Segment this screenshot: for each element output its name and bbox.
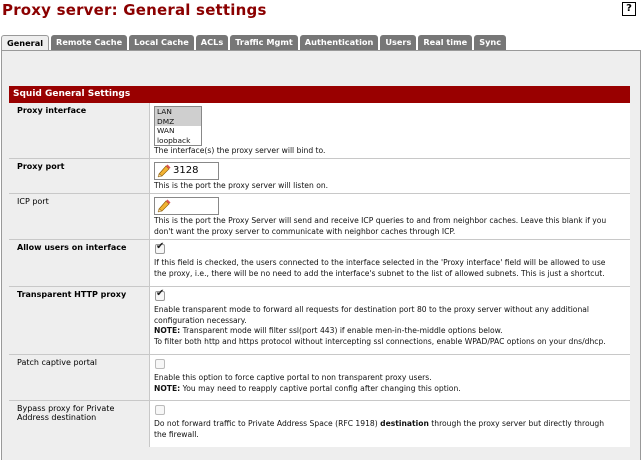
row-bypass-private: Bypass proxy for Private Address destina… — [9, 401, 630, 447]
listbox-option-loopback[interactable]: loopback — [155, 136, 201, 146]
row-transparent-proxy: Transparent HTTP proxy ✔ Enable transpar… — [9, 287, 630, 355]
patch-captive-note-label: NOTE: — [154, 383, 181, 393]
patch-captive-checkbox[interactable] — [155, 359, 165, 369]
tab-real-time[interactable]: Real time — [418, 35, 473, 50]
bypass-description-bold: destination — [380, 419, 429, 428]
proxy-port-content: 3128 This is the port the proxy server w… — [149, 159, 630, 193]
icp-port-content: This is the port the Proxy Server will s… — [149, 194, 630, 239]
bypass-private-description: Do not forward traffic to Private Addres… — [154, 419, 630, 430]
proxy-interface-listbox[interactable]: LAN DMZ WAN loopback — [154, 106, 202, 146]
transparent-description-1: Enable transparent mode to forward all r… — [154, 305, 590, 314]
transparent-description-3: To filter both http and https protocol w… — [154, 336, 606, 346]
checkmark-icon: ✔ — [156, 288, 165, 299]
patch-captive-content: Enable this option to force captive port… — [149, 355, 630, 400]
proxy-port-input[interactable]: 3128 — [154, 162, 219, 180]
page-title: Proxy server: General settings — [2, 1, 267, 19]
transparent-proxy-content: ✔ Enable transparent mode to forward all… — [149, 287, 630, 354]
tab-bar: General Remote Cache Local Cache ACLs Tr… — [1, 35, 507, 51]
tab-local-cache[interactable]: Local Cache — [129, 35, 194, 50]
bypass-private-label-line-2: Address destination — [17, 413, 97, 422]
allow-users-description-2: the proxy, i.e., there will be no need t… — [154, 268, 605, 278]
pencil-icon — [157, 164, 171, 178]
allow-users-label: Allow users on interface — [17, 243, 127, 252]
tab-authentication[interactable]: Authentication — [299, 35, 379, 50]
icp-port-description-1: This is the port the Proxy Server will s… — [154, 216, 607, 225]
help-icon[interactable]: ? — [622, 2, 636, 16]
listbox-option-dmz[interactable]: DMZ — [155, 116, 201, 126]
bypass-description-post: through the proxy server but directly th… — [428, 419, 605, 428]
icp-port-description-2: don't want the proxy server to communica… — [154, 226, 456, 236]
bypass-private-checkbox[interactable] — [155, 405, 165, 415]
proxy-port-value: 3128 — [173, 164, 199, 176]
proxy-interface-description: The interface(s) the proxy server will b… — [154, 146, 326, 155]
proxy-interface-content: LAN DMZ WAN loopback The interface(s) th… — [149, 103, 630, 158]
allow-users-content: ✔ If this field is checked, the users co… — [149, 240, 630, 286]
bypass-private-label-line-1: Bypass proxy for Private — [17, 404, 115, 413]
tab-users[interactable]: Users — [380, 35, 417, 50]
tab-traffic-mgmt[interactable]: Traffic Mgmt — [230, 35, 298, 50]
proxy-port-description: This is the port the proxy server will l… — [154, 181, 329, 190]
transparent-note-text: Transparent mode will filter ssl(port 44… — [180, 326, 503, 336]
listbox-option-lan[interactable]: LAN — [155, 107, 201, 117]
transparent-note-label: NOTE: — [154, 326, 181, 336]
checkmark-icon: ✔ — [156, 241, 165, 252]
tab-general[interactable]: General — [1, 35, 50, 51]
allow-users-checkbox[interactable]: ✔ — [155, 241, 165, 254]
patch-captive-description-1: Enable this option to force captive port… — [154, 373, 432, 382]
transparent-proxy-label: Transparent HTTP proxy — [17, 290, 127, 299]
row-patch-captive: Patch captive portal Enable this option … — [9, 355, 630, 401]
bypass-private-label: Bypass proxy for Private Address destina… — [9, 401, 149, 447]
allow-users-description-1: If this field is checked, the users conn… — [154, 258, 606, 267]
bypass-description-pre: Do not forward traffic to Private Addres… — [154, 419, 381, 428]
patch-captive-note-text: You may need to reapply captive portal c… — [180, 383, 461, 393]
row-proxy-interface: Proxy interface LAN DMZ WAN loopback The… — [9, 103, 630, 159]
pencil-icon — [157, 199, 171, 213]
settings-panel: Squid General Settings Proxy interface L… — [1, 50, 641, 460]
bypass-private-description-2: the firewall. — [154, 429, 199, 439]
icp-port-input[interactable] — [154, 197, 219, 215]
row-allow-users: Allow users on interface ✔ If this field… — [9, 240, 630, 287]
patch-captive-label: Patch captive portal — [17, 358, 97, 367]
listbox-option-wan[interactable]: WAN — [155, 126, 201, 136]
tab-remote-cache[interactable]: Remote Cache — [51, 35, 128, 50]
bypass-private-content: Do not forward traffic to Private Addres… — [149, 401, 630, 447]
proxy-interface-label: Proxy interface — [17, 106, 87, 115]
patch-captive-note: NOTE: You may need to reapply captive po… — [154, 384, 630, 395]
proxy-port-label: Proxy port — [17, 162, 65, 171]
transparent-proxy-checkbox[interactable]: ✔ — [155, 288, 165, 301]
row-icp-port: ICP port This is the port the Proxy Serv… — [9, 194, 630, 240]
transparent-description-2: configuration necessary. — [154, 315, 247, 325]
row-proxy-port: Proxy port 3128 This is the port the pro… — [9, 159, 630, 194]
transparent-note: NOTE: Transparent mode will filter ssl(p… — [154, 326, 630, 337]
tab-acls[interactable]: ACLs — [195, 35, 229, 50]
icp-port-label: ICP port — [17, 197, 49, 206]
tab-sync[interactable]: Sync — [474, 35, 507, 50]
settings-form: Squid General Settings Proxy interface L… — [9, 86, 630, 447]
section-header: Squid General Settings — [9, 86, 630, 103]
